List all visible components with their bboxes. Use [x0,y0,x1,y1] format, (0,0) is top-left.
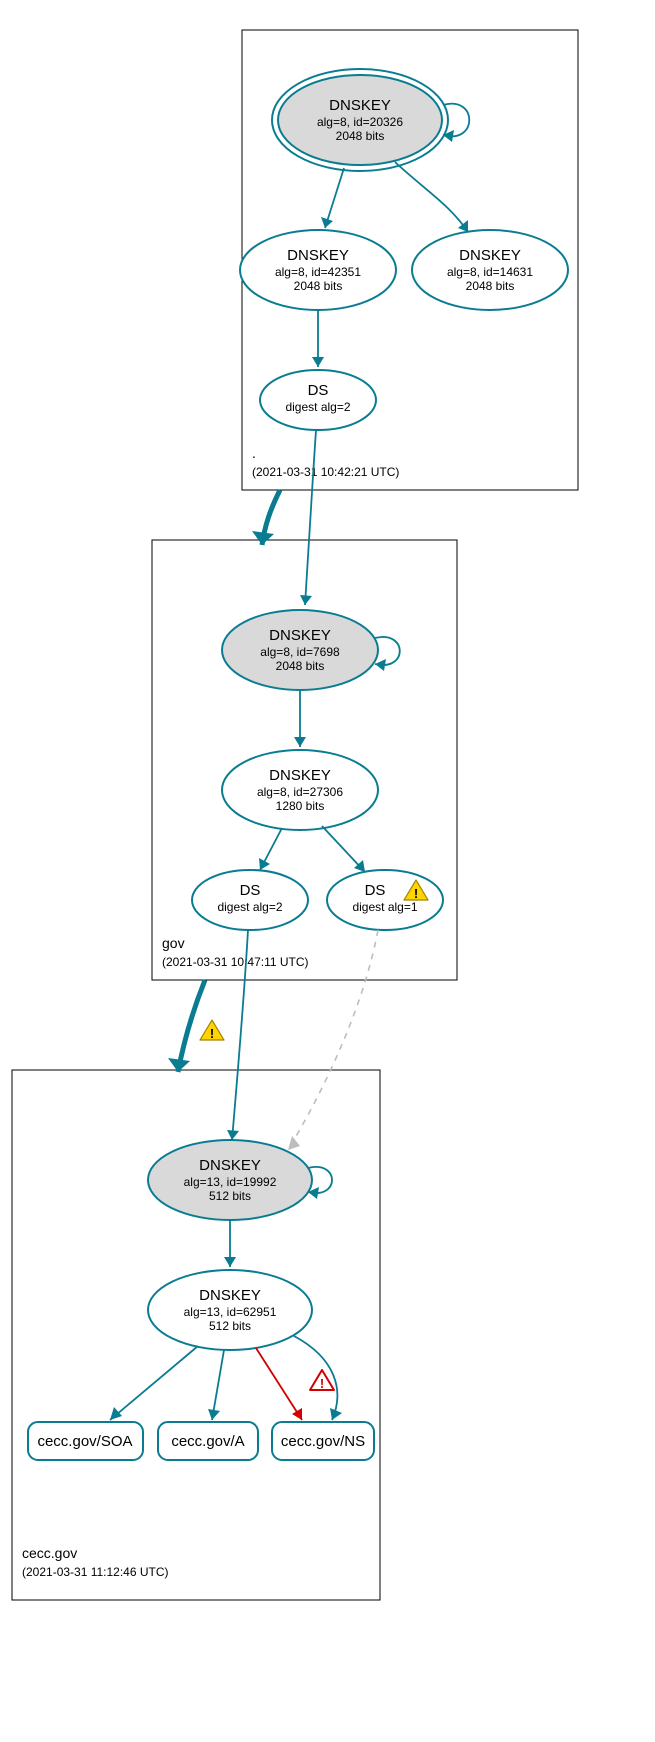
zone-gov-timestamp: (2021-03-31 10:47:11 UTC) [162,955,309,969]
root-ksk-l2: 2048 bits [336,129,385,143]
cecc-ksk-l1: alg=13, id=19992 [184,1175,277,1189]
edge-rootksk-zsk1 [325,168,344,228]
gov-ds2-title: DS [365,882,386,899]
root-zsk1-title: DNSKEY [287,247,349,264]
root-zsk2-title: DNSKEY [459,247,521,264]
cecc-ksk-l2: 512 bits [209,1189,251,1203]
cecc-zsk-l2: 512 bits [209,1319,251,1333]
gov-zsk-l1: alg=8, id=27306 [257,785,343,799]
gov-ksk-l2: 2048 bits [276,659,325,673]
edge-zsk-soa [110,1346,198,1420]
edge-zsk-ns-error [256,1348,302,1420]
cecc-ksk-title: DNSKEY [199,1157,261,1174]
rr-a-label: cecc.gov/A [171,1433,244,1450]
zone-gov-label: gov [162,935,185,951]
cecc-zsk-title: DNSKEY [199,1287,261,1304]
root-zsk1-l2: 2048 bits [294,279,343,293]
zone-cecc-timestamp: (2021-03-31 11:12:46 UTC) [22,1565,169,1579]
rr-soa-label: cecc.gov/SOA [37,1433,132,1450]
gov-ksk-l1: alg=8, id=7698 [260,645,340,659]
svg-text:!: ! [210,1026,214,1041]
edge-gov-to-cecc-deleg [178,980,205,1072]
root-zsk1-l1: alg=8, id=42351 [275,265,361,279]
gov-ds2-l1: digest alg=1 [352,900,417,914]
root-ksk-title: DNSKEY [329,97,391,114]
gov-ksk-title: DNSKEY [269,627,331,644]
edge-rootds-govksk [305,430,316,605]
edge-root-ksk-self [443,104,469,137]
zone-root-timestamp: (2021-03-31 10:42:21 UTC) [252,465,399,479]
gov-ds1-l1: digest alg=2 [217,900,282,914]
zone-root-label: . [252,445,256,461]
edge-zsk-ns-2 [294,1336,337,1420]
edge-zsk-a [212,1350,224,1420]
dnssec-diagram: . (2021-03-31 10:42:21 UTC) gov (2021-03… [0,0,655,1742]
root-zsk2-l2: 2048 bits [466,279,515,293]
root-ds-l1: digest alg=2 [285,400,350,414]
zone-cecc-label: cecc.gov [22,1545,77,1561]
root-zsk2-l1: alg=8, id=14631 [447,265,533,279]
gov-zsk-l2: 1280 bits [276,799,325,813]
cecc-zsk-l1: alg=13, id=62951 [184,1305,277,1319]
svg-text:!: ! [414,886,418,901]
svg-text:!: ! [320,1376,324,1391]
root-ksk-l1: alg=8, id=20326 [317,115,403,129]
gov-zsk-title: DNSKEY [269,767,331,784]
root-ds-title: DS [308,382,329,399]
gov-ds1-title: DS [240,882,261,899]
rr-ns-label: cecc.gov/NS [281,1433,365,1450]
edge-rootksk-zsk2 [395,162,468,232]
